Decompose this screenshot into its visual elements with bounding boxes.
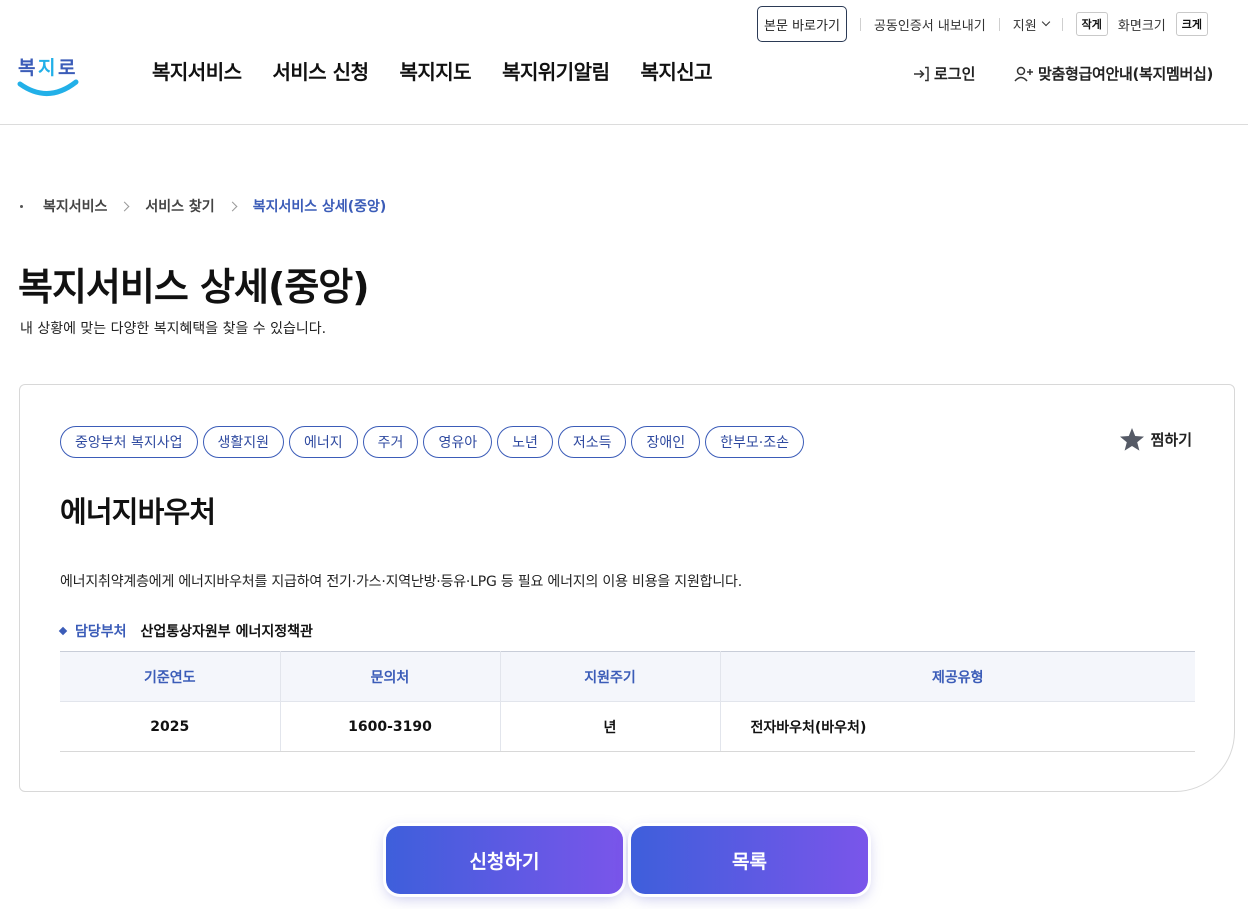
- chevron-right-icon: [227, 201, 238, 211]
- tag-disabled[interactable]: 장애인: [631, 426, 701, 458]
- nav-welfare-service[interactable]: 복지서비스: [152, 56, 242, 85]
- divider: [1061, 17, 1063, 31]
- nav-crisis-alert[interactable]: 복지위기알림: [502, 56, 610, 85]
- diamond-bullet-icon: [58, 626, 68, 636]
- table-row: 2025 1600-3190 년 전자바우처(바우처): [60, 701, 1195, 752]
- department-label: 담당부처: [75, 624, 127, 640]
- list-button[interactable]: 목록: [631, 826, 868, 894]
- cert-export-link[interactable]: 공동인증서 내보내기: [874, 15, 986, 34]
- tag-energy[interactable]: 에너지: [289, 426, 358, 458]
- tag-single-parent[interactable]: 한부모·조손: [705, 426, 804, 458]
- breadcrumb-item-welfare-service[interactable]: 복지서비스: [43, 196, 107, 216]
- service-detail-card: 중앙부처 복지사업 생활지원 에너지 주거 영유아 노년 저소득 장애인 한부모…: [19, 384, 1235, 792]
- svg-text:복: 복: [18, 57, 35, 79]
- service-tags: 중앙부처 복지사업 생활지원 에너지 주거 영유아 노년 저소득 장애인 한부모…: [60, 426, 809, 458]
- tag-low-income[interactable]: 저소득: [557, 426, 627, 458]
- user-add-icon: [1014, 66, 1033, 82]
- service-info-table: 기준연도 문의처 지원주기 제공유형 2025 1600-3190 년 전자바우…: [60, 651, 1195, 752]
- bookmark-button[interactable]: 찜하기: [1119, 427, 1192, 451]
- bokjiro-logo[interactable]: 복 지 로: [16, 42, 80, 98]
- nav-service-apply[interactable]: 서비스 신청: [273, 56, 369, 85]
- svg-text:지: 지: [38, 57, 55, 79]
- font-small-button[interactable]: 작게: [1075, 12, 1108, 36]
- breadcrumb-item-find-service[interactable]: 서비스 찾기: [145, 196, 214, 216]
- font-large-button[interactable]: 크게: [1175, 12, 1208, 36]
- login-link[interactable]: 로그인: [912, 63, 975, 84]
- table-header-base-year: 기준연도: [60, 651, 281, 702]
- svg-text:로: 로: [58, 57, 75, 79]
- breadcrumb: 복지서비스 서비스 찾기 복지서비스 상세(중앙): [20, 196, 386, 216]
- tag-central-ministry[interactable]: 중앙부처 복지사업: [60, 426, 198, 458]
- tag-living-support[interactable]: 생활지원: [202, 426, 285, 458]
- login-icon: [914, 66, 929, 81]
- cell-contact: 1600-3190: [280, 701, 501, 752]
- logo-icon: 복 지 로: [17, 57, 79, 96]
- site-header: 본문 바로가기 공동인증서 내보내기 지원 작게 화면크기 크게 복 지 로 복…: [0, 0, 1248, 125]
- support-label: 지원: [1012, 18, 1037, 34]
- cell-cycle: 년: [500, 701, 721, 752]
- membership-label: 맞춤형급여안내(복지멤버십): [1038, 65, 1214, 83]
- breadcrumb-item-current: 복지서비스 상세(중앙): [252, 199, 387, 215]
- tag-housing[interactable]: 주거: [362, 426, 419, 458]
- department-value: 산업통상자원부 에너지정책관: [140, 624, 313, 640]
- action-buttons: 신청하기 목록: [386, 826, 876, 894]
- skip-to-content-button[interactable]: 본문 바로가기: [757, 6, 847, 42]
- main-nav: 복지서비스 서비스 신청 복지지도 복지위기알림 복지신고: [152, 56, 743, 85]
- department-info: 담당부처 산업통상자원부 에너지정책관: [58, 621, 313, 641]
- screen-size-label: 화면크기: [1117, 18, 1166, 34]
- cell-base-year: 2025: [60, 701, 281, 752]
- chevron-down-icon: [1041, 17, 1050, 27]
- chevron-right-icon: [119, 201, 130, 211]
- support-dropdown[interactable]: 지원: [1012, 15, 1050, 34]
- divider: [859, 17, 861, 31]
- tag-infant[interactable]: 영유아: [423, 426, 493, 458]
- star-icon: [1119, 428, 1144, 451]
- login-label: 로그인: [934, 65, 976, 83]
- nav-welfare-map[interactable]: 복지지도: [399, 56, 471, 85]
- utility-bar: 본문 바로가기 공동인증서 내보내기 지원 작게 화면크기 크게: [757, 6, 1208, 42]
- table-header-contact: 문의처: [280, 651, 501, 702]
- page-description: 내 상황에 맞는 다양한 복지혜택을 찾을 수 있습니다.: [20, 321, 327, 337]
- apply-button[interactable]: 신청하기: [386, 826, 623, 894]
- page-title: 복지서비스 상세(중앙): [18, 265, 370, 309]
- table-header-cycle: 지원주기: [500, 651, 721, 702]
- divider: [998, 17, 1000, 31]
- tag-elderly[interactable]: 노년: [497, 426, 553, 458]
- service-description: 에너지취약계층에게 에너지바우처를 지급하여 전기·가스·지역난방·등유·LPG…: [60, 574, 742, 590]
- bookmark-label: 찜하기: [1150, 430, 1192, 449]
- cell-provision-type: 전자바우처(바우처): [720, 701, 1195, 752]
- nav-welfare-report[interactable]: 복지신고: [640, 56, 712, 85]
- breadcrumb-bullet: [20, 204, 23, 208]
- service-title: 에너지바우처: [60, 495, 216, 529]
- table-header-provision-type: 제공유형: [720, 651, 1195, 702]
- membership-link[interactable]: 맞춤형급여안내(복지멤버십): [1014, 63, 1213, 84]
- table-header-row: 기준연도 문의처 지원주기 제공유형: [60, 651, 1195, 702]
